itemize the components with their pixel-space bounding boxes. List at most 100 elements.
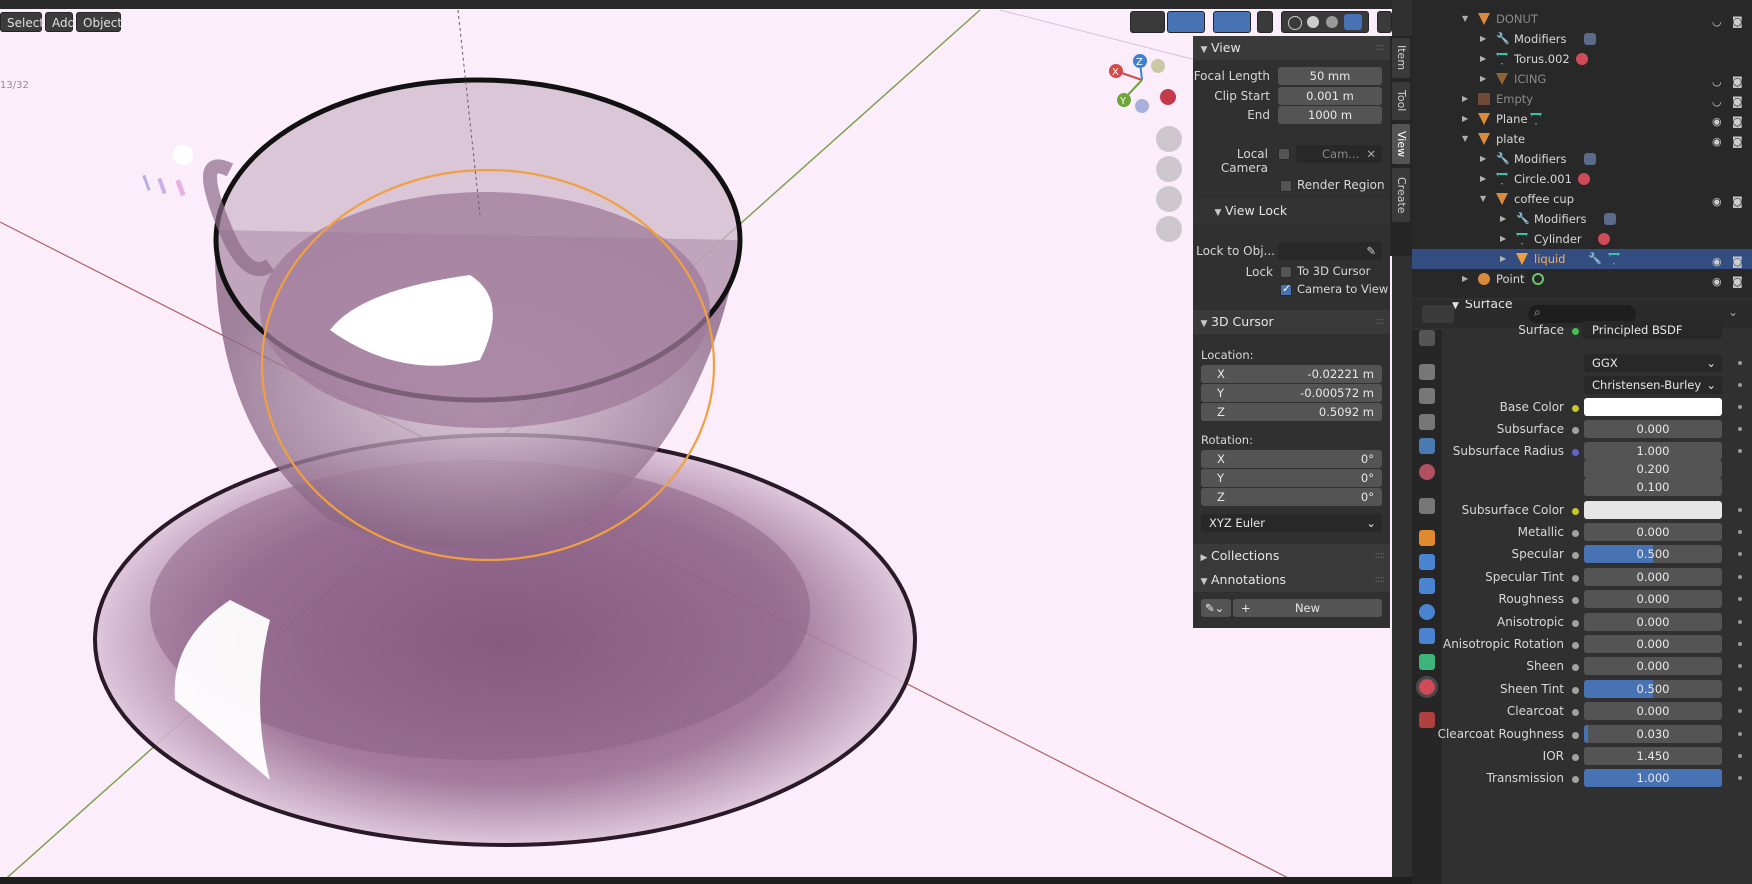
eyedropper-icon[interactable]: ✎ (1366, 242, 1376, 260)
view-section-header[interactable]: ▼ View:::: (1193, 36, 1390, 60)
clear-icon[interactable]: ✕ (1366, 145, 1376, 163)
specular-tint-field[interactable]: 0.000 (1584, 568, 1722, 586)
clearcoat-field[interactable]: 0.000 (1584, 702, 1722, 720)
outliner-row-cup-modifiers[interactable]: ▶ 🔧 Modifiers (1412, 209, 1752, 229)
solid-icon[interactable] (1307, 16, 1319, 28)
ortho-grid-icon[interactable] (1156, 216, 1182, 242)
socket-dot[interactable] (1572, 620, 1579, 627)
outliner-row-empty[interactable]: ▶ Empty ◡ ◙ (1412, 89, 1752, 109)
lock-to-object-field[interactable]: ✎ (1278, 242, 1382, 260)
metallic-field[interactable]: 0.000 (1584, 523, 1722, 541)
view-layer-tab-icon[interactable] (1419, 414, 1435, 430)
socket-dot[interactable] (1572, 427, 1579, 434)
cursor-rotation-z[interactable]: Z 0° (1201, 488, 1382, 506)
visibility-dropdown[interactable] (1130, 11, 1165, 33)
cursor-location-z[interactable]: Z 0.5092 m (1201, 403, 1382, 421)
physics-tab-icon[interactable] (1419, 604, 1435, 620)
annotations-header[interactable]: ▼ Annotations:::: (1193, 568, 1390, 592)
output-tab-icon[interactable] (1419, 388, 1435, 404)
outliner-row-torus[interactable]: ▶ Torus.002 (1412, 49, 1752, 69)
socket-dot[interactable] (1572, 575, 1579, 582)
zoom-icon[interactable] (1156, 126, 1182, 152)
socket-dot[interactable] (1572, 508, 1579, 515)
object-tab-icon[interactable] (1419, 530, 1435, 546)
select-menu[interactable]: Select (0, 12, 44, 32)
wireframe-icon[interactable] (1288, 16, 1302, 30)
socket-dot[interactable] (1572, 776, 1579, 783)
focal-length-field[interactable]: 50 mm (1278, 67, 1382, 85)
anisotropic-field[interactable]: 0.000 (1584, 613, 1722, 631)
socket-dot[interactable] (1572, 530, 1579, 537)
local-camera-checkbox[interactable] (1278, 148, 1290, 160)
anisotropic-rotation-field[interactable]: 0.000 (1584, 635, 1722, 653)
surface-header[interactable]: ▼ Surface (1452, 300, 1513, 311)
pan-hand-icon[interactable] (1156, 156, 1182, 182)
outliner-row-liquid[interactable]: ▶ liquid 🔧 ◉ ◙ (1412, 249, 1752, 269)
socket-dot[interactable] (1572, 754, 1579, 761)
to-3d-cursor-checkbox[interactable] (1280, 266, 1292, 278)
constraints-tab-icon[interactable] (1419, 628, 1435, 644)
view-lock-header[interactable]: ▼ View Lock (1193, 199, 1390, 223)
tab-create[interactable]: Create (1392, 168, 1410, 222)
socket-dot[interactable] (1572, 664, 1579, 671)
texture-tab-icon[interactable] (1419, 712, 1435, 728)
outliner[interactable]: ▼ DONUT ◡ ◙ ▶ 🔧 Modifiers ▶ Torus.002 ▶ … (1412, 0, 1752, 298)
subsurface-method-dropdown[interactable]: Christensen-Burley ⌄ (1584, 376, 1722, 394)
outliner-row-plate-modifiers[interactable]: ▶ 🔧 Modifiers (1412, 149, 1752, 169)
tab-item[interactable]: Item (1392, 38, 1410, 78)
socket-dot[interactable] (1572, 552, 1579, 559)
rendered-icon[interactable] (1344, 14, 1362, 30)
modifier-tab-icon[interactable] (1419, 554, 1435, 570)
base-color-swatch[interactable] (1584, 398, 1722, 416)
collections-header[interactable]: ▶ Collections:::: (1193, 544, 1390, 568)
socket-dot[interactable] (1572, 687, 1579, 694)
sidebar-toggle[interactable] (1377, 11, 1392, 33)
ior-field[interactable]: 1.450 (1584, 747, 1722, 765)
clip-end-field[interactable]: 1000 m (1278, 106, 1382, 124)
distribution-dropdown[interactable]: GGX ⌄ (1584, 354, 1722, 372)
subsurface-radius-z[interactable]: 0.100 (1584, 478, 1722, 496)
cursor-location-x[interactable]: X -0.02221 m (1201, 365, 1382, 383)
material-tab-icon[interactable] (1416, 676, 1438, 698)
tab-tool[interactable]: Tool (1392, 82, 1410, 120)
outliner-row-plane[interactable]: ▶ Plane ◉ ◙ (1412, 109, 1752, 129)
clip-start-field[interactable]: 0.001 m (1278, 87, 1382, 105)
clearcoat-roughness-field[interactable]: 0.030 (1584, 725, 1722, 743)
subsurface-radius-x[interactable]: 1.000 (1584, 442, 1722, 460)
outliner-row-point[interactable]: ▶ Point ◉ ◙ (1412, 269, 1752, 289)
3d-cursor-header[interactable]: ▼ 3D Cursor:::: (1193, 310, 1390, 334)
outliner-row-plate[interactable]: ▼ plate ◉ ◙ (1412, 129, 1752, 149)
material-preview-icon[interactable] (1326, 16, 1338, 28)
subsurface-radius-y[interactable]: 0.200 (1584, 460, 1722, 478)
3d-viewport[interactable]: Select Add Object 13/32 Z X Y (0, 0, 1392, 884)
render-region-checkbox[interactable] (1280, 180, 1292, 192)
specular-field[interactable]: 0.500 (1584, 545, 1722, 563)
new-annotation-button[interactable]: + New (1233, 599, 1382, 617)
tool-tab-icon[interactable] (1419, 330, 1435, 346)
camera-to-view-checkbox[interactable] (1280, 282, 1292, 296)
socket-dot[interactable] (1572, 405, 1579, 412)
socket-dot[interactable] (1572, 709, 1579, 716)
socket-dot[interactable] (1572, 328, 1579, 335)
shading-mode-group[interactable] (1281, 11, 1369, 33)
transmission-field[interactable]: 1.000 (1584, 769, 1722, 787)
tab-view[interactable]: View (1392, 124, 1410, 164)
rotation-mode-dropdown[interactable]: XYZ Euler ⌄ (1201, 514, 1382, 532)
roughness-field[interactable]: 0.000 (1584, 590, 1722, 608)
gizmo-toggle[interactable] (1167, 11, 1205, 33)
sheen-field[interactable]: 0.000 (1584, 657, 1722, 675)
object-menu[interactable]: Object (76, 12, 122, 32)
outliner-row-cylinder[interactable]: ▶ Cylinder (1412, 229, 1752, 249)
local-camera-field[interactable]: Cam... ✕ (1296, 145, 1382, 163)
outliner-row-circle[interactable]: ▶ Circle.001 (1412, 169, 1752, 189)
outliner-row-icing[interactable]: ▶ ICING ◡ ◙ (1412, 69, 1752, 89)
socket-dot[interactable] (1572, 449, 1579, 456)
socket-dot[interactable] (1572, 732, 1579, 739)
navigation-gizmo[interactable]: Z X Y (1100, 50, 1180, 120)
render-tab-icon[interactable] (1419, 364, 1435, 380)
camera-icon[interactable]: ◙ (1732, 272, 1743, 292)
add-menu[interactable]: Add (45, 12, 75, 32)
visibility-icon[interactable]: ◉ (1712, 272, 1722, 292)
outliner-row-donut[interactable]: ▼ DONUT ◡ ◙ (1412, 9, 1752, 29)
cursor-rotation-y[interactable]: Y 0° (1201, 469, 1382, 487)
